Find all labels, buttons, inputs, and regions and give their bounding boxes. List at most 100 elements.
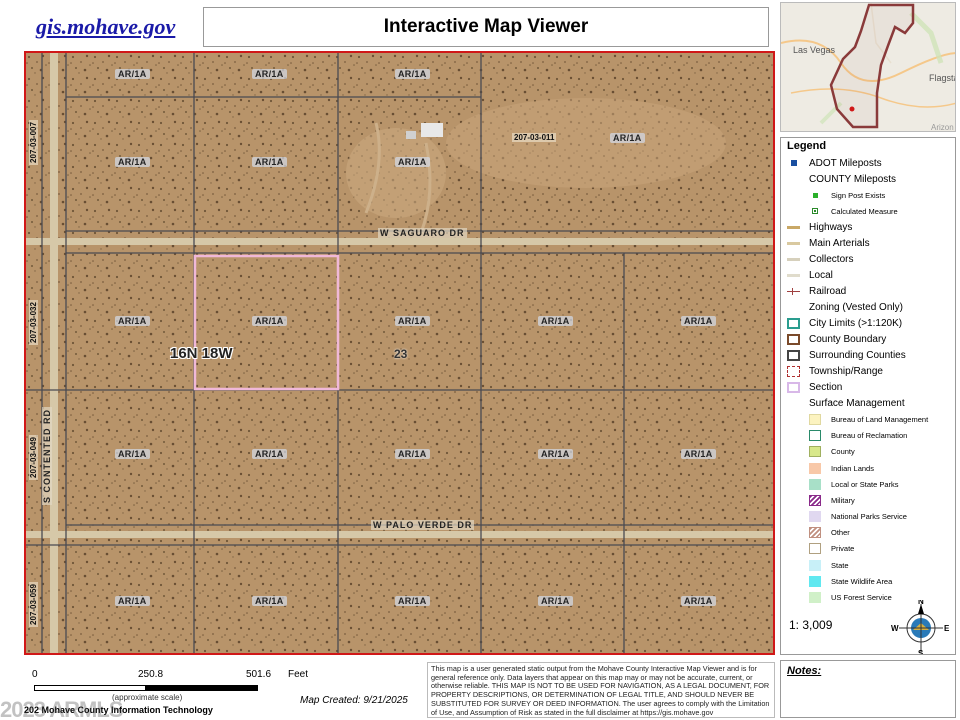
surface-legend-label: County	[831, 447, 855, 457]
surface-legend-item: Local or State Parks	[787, 476, 949, 492]
legend-item-label: City Limits (>1:120K)	[809, 317, 903, 329]
notes-label: Notes:	[787, 665, 822, 677]
scale-bar-segment	[34, 685, 146, 691]
parcel-id-label: 207-03-049	[29, 435, 38, 480]
zoning-label: AR/1A	[395, 316, 430, 326]
legend-item: County Boundary	[787, 331, 949, 347]
legend-item: Highways	[787, 219, 949, 235]
surface-legend-label: State	[831, 560, 849, 570]
title-box: Interactive Map Viewer	[203, 7, 769, 47]
surface-legend-label: US Forest Service	[831, 593, 892, 603]
scale-bar-segment	[146, 685, 258, 691]
blue-square-icon	[787, 158, 800, 169]
surface-legend-item: National Parks Service	[787, 509, 949, 525]
dashed-box-icon	[787, 365, 800, 377]
legend-item: Sign Post Exists	[787, 187, 949, 203]
scale-unit: Feet	[288, 669, 309, 680]
legend-item: Section	[787, 379, 949, 395]
surface-swatch-icon	[809, 559, 821, 571]
parcel-id-label: 207-03-007	[29, 120, 38, 165]
surface-swatch-icon	[809, 494, 821, 506]
zoning-label: AR/1A	[681, 449, 716, 459]
box-icon	[787, 381, 800, 393]
zoning-label: AR/1A	[115, 316, 150, 326]
legend-item-label: Zoning (Vested Only)	[809, 301, 903, 313]
legend-item: Main Arterials	[787, 235, 949, 251]
box-icon	[787, 349, 800, 361]
zoning-label: AR/1A	[252, 157, 287, 167]
railroad-icon	[787, 286, 800, 297]
legend-item-label: Surrounding Counties	[809, 349, 906, 361]
legend-item: Surrounding Counties	[787, 347, 949, 363]
parcel-id-label: 207-03-011	[512, 133, 557, 142]
zoning-label: AR/1A	[395, 69, 430, 79]
zoning-label: AR/1A	[252, 596, 287, 606]
legend-item: City Limits (>1:120K)	[787, 315, 949, 331]
zoning-label: AR/1A	[115, 449, 150, 459]
scale-tick: 250.8	[138, 669, 164, 680]
green-square-icon	[809, 190, 821, 201]
surface-swatch-icon	[809, 592, 821, 604]
north-arrow-icon: N S W E	[891, 600, 950, 654]
surface-legend-label: National Parks Service	[831, 512, 907, 522]
line-icon	[787, 222, 800, 233]
surface-legend-label: Military	[831, 495, 855, 505]
site-link[interactable]: gis.mohave.gov	[36, 14, 175, 40]
zoning-label: AR/1A	[395, 449, 430, 459]
line-icon	[787, 254, 800, 265]
legend-item-label: Highways	[809, 221, 853, 233]
disclaimer-text: This map is a user generated static outp…	[427, 662, 775, 718]
zoning-label: AR/1A	[395, 157, 430, 167]
legend-item: Surface Management	[787, 395, 949, 411]
legend-item-label: Surface Management	[809, 397, 905, 409]
road-label-contented: S CONTENTED RD	[42, 406, 52, 505]
surface-legend-label: Other	[831, 528, 850, 538]
section-label: 23	[394, 347, 408, 361]
map-scale: 1: 3,009	[789, 618, 833, 632]
surface-swatch-icon	[809, 575, 821, 587]
zoning-label: AR/1A	[538, 449, 573, 459]
line-icon	[787, 270, 800, 281]
zoning-label: AR/1A	[681, 316, 716, 326]
surface-legend-item: Military	[787, 492, 949, 508]
surface-legend-label: Private	[831, 544, 855, 554]
map-view[interactable]: W SAGUARO DR W PALO VERDE DR S CONTENTED…	[24, 51, 775, 655]
surface-legend-item: Other	[787, 525, 949, 541]
surface-legend-item: Bureau of Land Management	[787, 411, 949, 427]
parcel-id-label: 207-03-059	[29, 582, 38, 627]
legend-item: COUNTY Mileposts	[787, 171, 949, 187]
legend-item-label: Sign Post Exists	[831, 190, 886, 200]
locator-map-graphic	[781, 3, 955, 131]
legend-item: Local	[787, 267, 949, 283]
legend-item-label: Section	[809, 381, 843, 393]
zoning-label: AR/1A	[395, 596, 430, 606]
surface-swatch-icon	[809, 527, 821, 539]
zoning-label: AR/1A	[115, 157, 150, 167]
approx-scale-note: (approximate scale)	[112, 693, 183, 702]
legend-items: ADOT Mileposts COUNTY Mileposts Sign Post …	[787, 155, 949, 411]
legend-item-label: Calculated Measure	[831, 206, 898, 216]
locator-label-las-vegas: Las Vegas	[793, 45, 836, 55]
legend-item: Railroad	[787, 283, 949, 299]
legend-item-label: Railroad	[809, 285, 847, 297]
page-title: Interactive Map Viewer	[383, 16, 589, 37]
legend-item-label: COUNTY Mileposts	[809, 173, 897, 185]
green-dot-square-icon	[809, 206, 821, 217]
zoning-label: AR/1A	[252, 69, 287, 79]
locator-map[interactable]: Las Vegas Flagsta Arizon	[780, 2, 956, 132]
locator-label-arizona: Arizon	[931, 123, 954, 132]
surface-legend-label: Indian Lands	[831, 463, 874, 473]
surface-swatch-icon	[809, 543, 821, 555]
surface-legend-item: Private	[787, 541, 949, 557]
box-icon	[787, 317, 800, 329]
zoning-label: AR/1A	[610, 133, 645, 143]
township-range-label: 16N 18W	[170, 345, 233, 362]
surface-legend-item: County	[787, 444, 949, 460]
scale-tick: 501.6	[246, 669, 272, 680]
watermark: 2023 ARMLS	[0, 697, 123, 720]
surface-swatch-icon	[809, 413, 821, 425]
legend-item-label: Local	[809, 269, 833, 281]
legend-item-label: Main Arterials	[809, 237, 870, 249]
surface-legend-item: State	[787, 557, 949, 573]
legend-item: Collectors	[787, 251, 949, 267]
